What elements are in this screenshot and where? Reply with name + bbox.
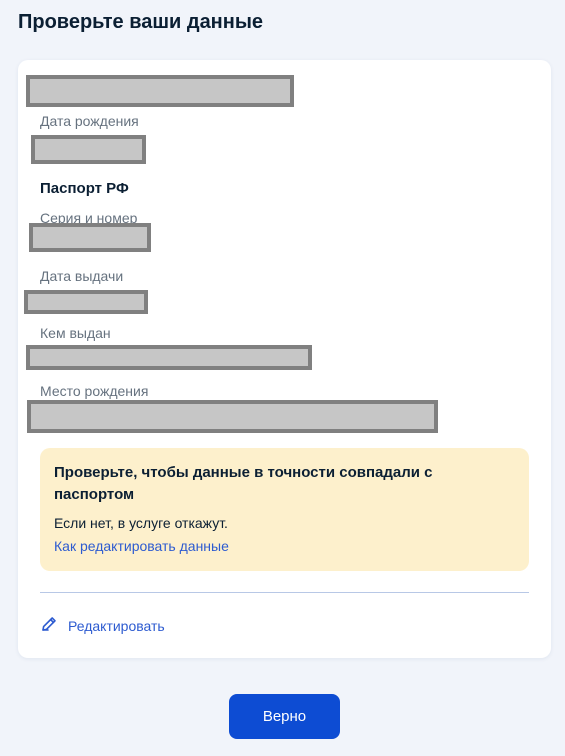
issued-by-label: Кем выдан: [40, 325, 111, 341]
notice-title: Проверьте, чтобы данные в точности совпа…: [54, 464, 433, 503]
notice-text: Если нет, в услуге откажут.: [54, 515, 228, 531]
passport-section-title: Паспорт РФ: [40, 180, 129, 197]
page: Проверьте ваши данные Дата рождения Пасп…: [0, 0, 565, 756]
confirm-button[interactable]: Верно: [229, 694, 340, 739]
redacted-series-number: [29, 223, 151, 252]
redacted-full-name: [26, 75, 294, 107]
redacted-birth-place: [27, 400, 438, 433]
how-to-edit-link[interactable]: Как редактировать данные: [54, 537, 229, 555]
edit-button[interactable]: Редактировать: [40, 616, 165, 636]
birth-date-label: Дата рождения: [40, 113, 139, 129]
personal-data-card: Дата рождения Паспорт РФ Серия и номер Д…: [18, 60, 551, 658]
verification-notice: Проверьте, чтобы данные в точности совпа…: [40, 448, 529, 571]
divider: [40, 592, 529, 593]
pencil-icon: [40, 615, 58, 638]
redacted-issued-by: [26, 345, 312, 370]
redacted-birth-date: [31, 135, 146, 164]
issue-date-label: Дата выдачи: [40, 268, 124, 284]
birth-place-label: Место рождения: [40, 383, 149, 399]
edit-label: Редактировать: [68, 618, 165, 634]
redacted-issue-date: [24, 290, 148, 314]
page-title: Проверьте ваши данные: [18, 11, 264, 33]
